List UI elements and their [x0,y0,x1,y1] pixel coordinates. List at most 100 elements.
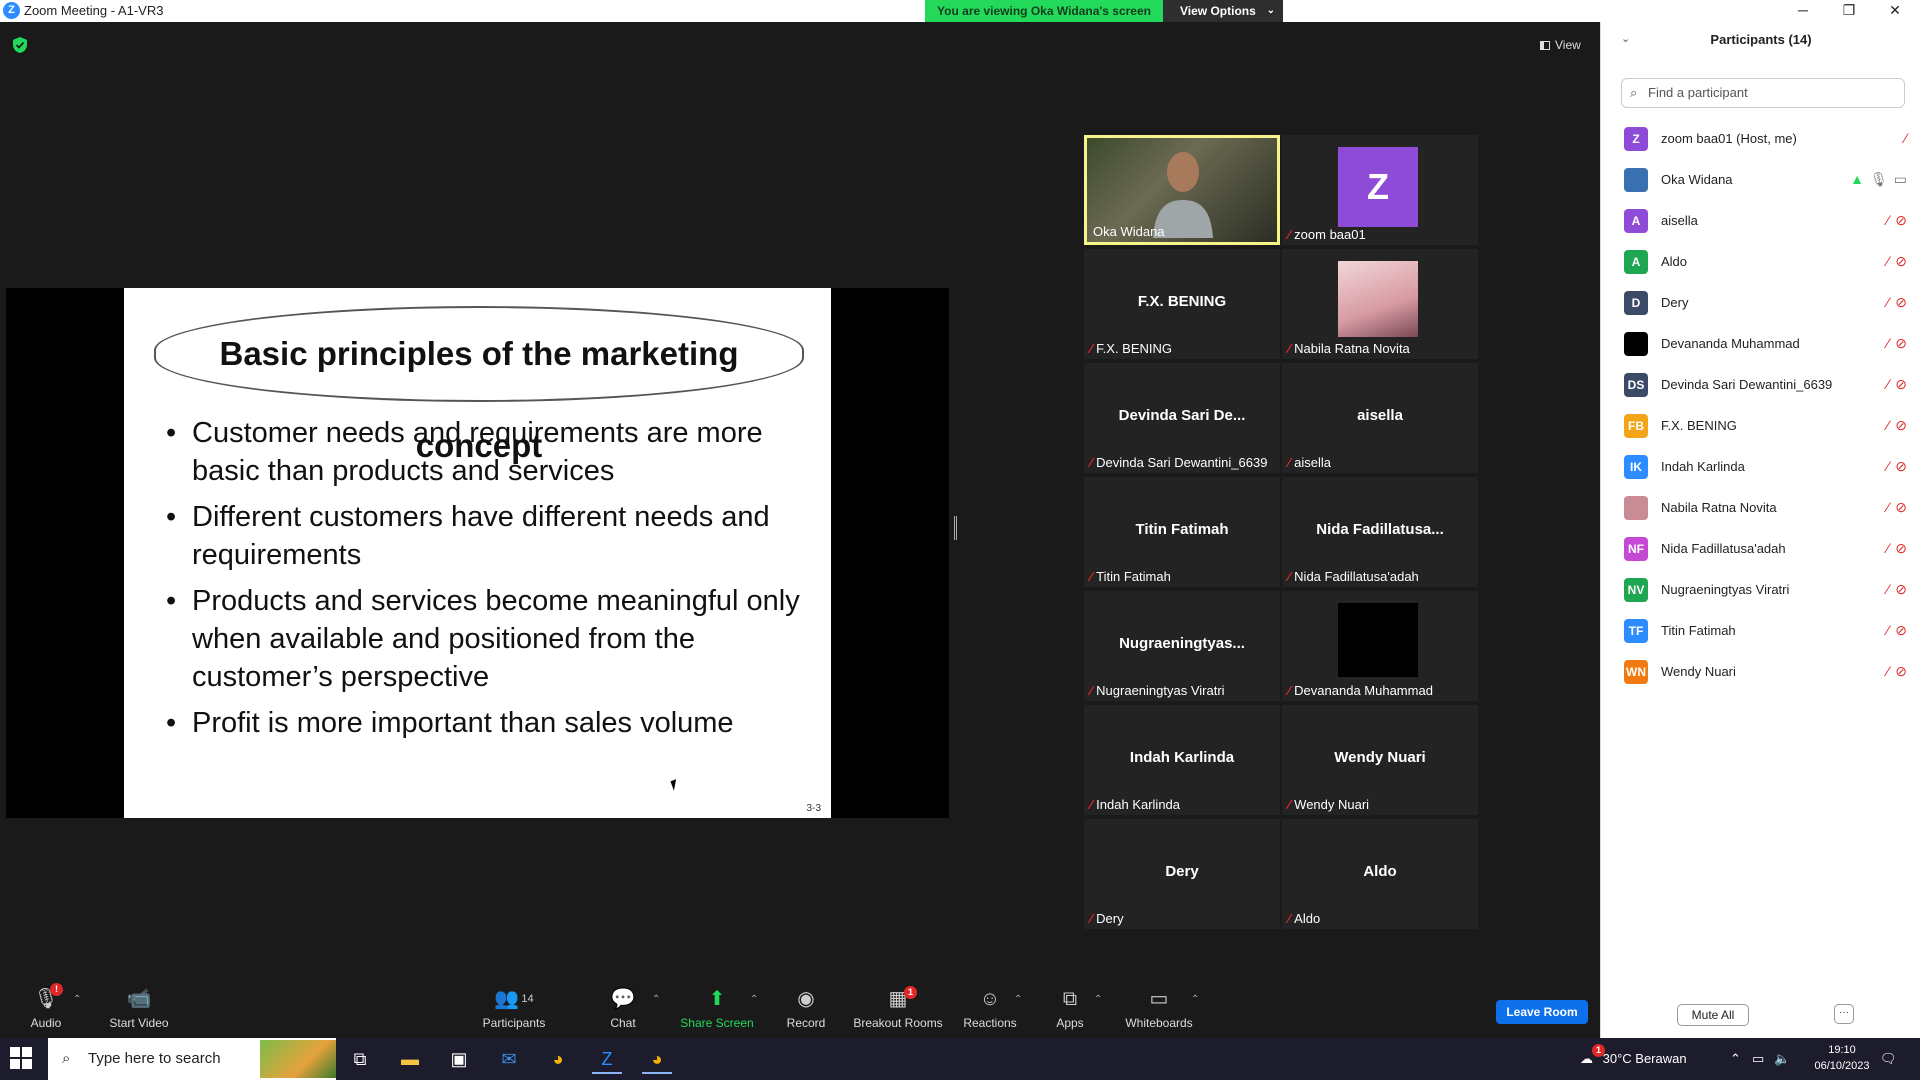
participant-list-item[interactable]: NF Nida Fadillatusa'adah ⁄ ⊘ [1601,528,1920,569]
participant-video-tile[interactable]: Dery ⁄ Dery [1084,819,1280,929]
split-resize-handle[interactable] [954,516,957,540]
meeting-area: View Basic principles of the marketing c… [0,22,1600,980]
participant-video-tile[interactable]: Devinda Sari De... ⁄ Devinda Sari Dewantin… [1084,363,1280,473]
participant-video-tile[interactable]: Titin Fatimah ⁄ Titin Fatimah [1084,477,1280,587]
notifications-icon[interactable]: 🗨 [1880,1038,1897,1080]
search-icon: ⌕ [1630,85,1638,100]
participant-video-tile[interactable]: aisella ⁄ aisella [1282,363,1478,473]
chat-options-caret-icon[interactable]: ⌃ [652,994,660,1005]
participant-video-tile[interactable]: ⁄ Devananda Muhammad [1282,591,1478,701]
participant-list-item[interactable]: DS Devinda Sari Dewantini_6639 ⁄ ⊘ [1601,364,1920,405]
participant-video-tile[interactable]: Z ⁄ zoom baa01 [1282,135,1478,245]
video-off-icon: ⊘ [1895,581,1907,597]
participant-avatar: WN [1624,660,1648,684]
participant-list-item[interactable]: NV Nugraeningtyas Viratri ⁄ ⊘ [1601,569,1920,610]
audio-button[interactable]: 🎙 Audio ! [22,980,70,1038]
video-off-icon: 📹 [126,988,152,1010]
participant-name: Titin Fatimah [1661,623,1736,638]
system-clock[interactable]: 19:10 06/10/2023 [1812,1042,1872,1074]
start-video-button[interactable]: 📹 Start Video [104,980,174,1038]
breakout-rooms-button[interactable]: ▦ Breakout Rooms 1 [852,980,944,1038]
reactions-label: Reactions [963,1016,1017,1030]
participant-list-item[interactable]: Devananda Muhammad ⁄ ⊘ [1601,323,1920,364]
participant-list-item[interactable]: Zzoom baa01 (Host, me) ⁄ [1601,118,1920,159]
participant-name-label: ⁄ Devinda Sari Dewantini_6639 [1090,455,1267,470]
participant-search-input[interactable]: ⌕ Find a participant [1621,78,1905,108]
reactions-button[interactable]: ☺ Reactions [960,980,1020,1038]
show-hidden-icons-icon[interactable]: ⌃ [1730,1038,1741,1080]
zoom-taskbar-icon[interactable]: Z [592,1044,622,1074]
clock-time: 19:10 [1828,1044,1856,1056]
weather-widget[interactable]: ☁ 1 30°C Berawan [1580,1038,1687,1080]
participant-list-item[interactable]: Oka Widana ▲ 🎙 ▭ [1601,159,1920,200]
leave-room-button[interactable]: Leave Room [1496,1000,1588,1024]
participant-video-tile[interactable]: ⁄ Nabila Ratna Novita [1282,249,1478,359]
participant-status-icons: ▲ 🎙 ▭ [1844,171,1907,188]
zoom-window: Z Zoom Meeting - A1-VR3 You are viewing … [0,0,1920,1080]
mic-muted-icon: ⁄ [1904,130,1907,146]
network-icon[interactable]: ▭ [1752,1038,1764,1080]
participant-list-item[interactable]: Nabila Ratna Novita ⁄ ⊘ [1601,487,1920,528]
participants-button[interactable]: 👥 14 Participants [478,980,550,1038]
windows-start-icon[interactable] [10,1047,34,1071]
record-button[interactable]: ◉ Record [782,980,830,1038]
participant-name-label: ⁄ Indah Karlinda [1090,797,1180,812]
share-options-caret-icon[interactable]: ⌃ [750,994,758,1005]
window-title: Zoom Meeting - A1-VR3 [24,3,164,18]
whiteboards-caret-icon[interactable]: ⌃ [1191,994,1199,1005]
participant-video-tile[interactable]: F.X. BENING ⁄ F.X. BENING [1084,249,1280,359]
more-options-button[interactable]: ··· [1834,1004,1854,1024]
participant-list-item[interactable]: WN Wendy Nuari ⁄ ⊘ [1601,651,1920,692]
participant-status-icons: ⁄ ⊘ [1881,417,1907,434]
participant-list-item[interactable]: IK Indah Karlinda ⁄ ⊘ [1601,446,1920,487]
security-shield-icon[interactable] [12,36,28,54]
mic-muted-icon: ⁄ [1090,797,1093,812]
participant-video-tile[interactable]: Oka Widana [1084,135,1280,245]
reactions-caret-icon[interactable]: ⌃ [1014,994,1022,1005]
participant-avatar: DS [1624,373,1648,397]
participant-photo [1338,261,1418,337]
participant-name-label: ⁄ Nugraeningtyas Viratri [1090,683,1225,698]
participant-video-tile[interactable]: Aldo ⁄ Aldo [1282,819,1478,929]
view-layout-button[interactable]: View [1540,34,1586,56]
mic-muted-icon: ⁄ [1886,622,1890,638]
participant-list-item[interactable]: TF Titin Fatimah ⁄ ⊘ [1601,610,1920,651]
participant-status-icons: ⁄ ⊘ [1881,581,1907,598]
participant-video-tile[interactable]: Nida Fadillatusa... ⁄ Nida Fadillatusa'ada… [1282,477,1478,587]
mail-icon[interactable]: ✉ [494,1044,524,1074]
participant-video-tile[interactable]: Wendy Nuari ⁄ Wendy Nuari [1282,705,1478,815]
mute-all-button[interactable]: Mute All [1677,1004,1749,1026]
audio-options-caret-icon[interactable]: ⌃ [73,994,81,1005]
participant-list-item[interactable]: FB F.X. BENING ⁄ ⊘ [1601,405,1920,446]
chat-button[interactable]: 💬 Chat [603,980,643,1038]
participants-label: Participants [482,1016,546,1030]
apps-button[interactable]: ⧉ Apps [1050,980,1090,1038]
record-label: Record [786,1016,826,1030]
chevron-down-icon: ⌄ [1266,5,1275,16]
file-explorer-icon[interactable]: ▬ [395,1044,425,1074]
mic-muted-icon: ⁄ [1090,569,1093,584]
share-screen-button[interactable]: ⬆ Share Screen [679,980,755,1038]
participant-list-item[interactable]: A Aldo ⁄ ⊘ [1601,241,1920,282]
share-screen-icon: ⬆ [708,988,726,1010]
task-view-icon[interactable]: ⧉ [345,1044,375,1074]
taskbar-search-input[interactable]: ⌕ Type here to search [48,1038,336,1080]
participant-video-tile[interactable]: Nugraeningtyas... ⁄ Nugraeningtyas Viratri [1084,591,1280,701]
participant-name-label: ⁄ Devananda Muhammad [1288,683,1433,698]
participant-list-item[interactable]: Aaisella ⁄ ⊘ [1601,200,1920,241]
chrome-icon[interactable]: ◕ [543,1044,573,1074]
view-options-button[interactable]: View Options ⌄ [1163,0,1283,22]
minimize-button[interactable]: ─ [1780,0,1826,22]
restore-button[interactable]: ❐ [1826,0,1872,22]
chrome-active-icon[interactable]: ◕ [642,1044,672,1074]
volume-icon[interactable]: 🔈 [1774,1038,1790,1080]
mic-muted-icon: ⁄ [1886,458,1890,474]
microsoft-store-icon[interactable]: ▣ [444,1044,474,1074]
close-button[interactable]: ✕ [1872,0,1918,22]
participant-list-item[interactable]: D Dery ⁄ ⊘ [1601,282,1920,323]
mic-muted-icon: ⁄ [1288,683,1291,698]
participant-video-tile[interactable]: Indah Karlinda ⁄ Indah Karlinda [1084,705,1280,815]
apps-caret-icon[interactable]: ⌃ [1094,994,1102,1005]
whiteboards-button[interactable]: ▭ Whiteboards [1122,980,1196,1038]
participant-name-label: Oka Widana [1093,224,1165,239]
